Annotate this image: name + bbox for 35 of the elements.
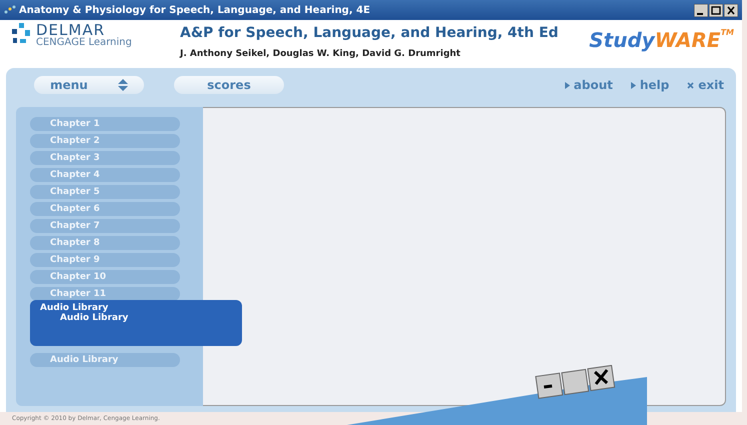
chapter-item[interactable]: Chapter 1 [30, 117, 180, 131]
chapter-item[interactable]: Chapter 8 [30, 236, 180, 250]
minimize-icon[interactable] [694, 4, 708, 16]
audio-library-item[interactable]: Audio Library [30, 353, 180, 367]
close-icon[interactable] [724, 4, 738, 16]
chapter-item[interactable]: Chapter 2 [30, 134, 180, 148]
brand-logo-study: Study [589, 28, 655, 52]
chapter-item[interactable]: Chapter 9 [30, 253, 180, 267]
app-icon [4, 5, 16, 15]
window-title: Anatomy & Physiology for Speech, Language, and Hearing, 4E [19, 4, 370, 16]
maximize-icon[interactable] [709, 4, 723, 16]
toolbar-link[interactable]: help [630, 78, 670, 92]
close-icon [687, 82, 694, 88]
chapter-item[interactable]: Chapter 11 [30, 287, 180, 301]
course-title: A&P for Speech, Language, and Hearing, 4th Ed [180, 25, 558, 41]
logo-name: DELMAR [36, 22, 106, 38]
popup-heading: Audio Library [40, 303, 110, 313]
chapter-item[interactable]: Chapter 7 [30, 219, 180, 233]
brand-logo-ware: WARE [654, 28, 721, 52]
chapter-item[interactable]: Chapter 6 [30, 202, 180, 216]
chapter-item[interactable]: Chapter 3 [30, 151, 180, 165]
toolbar-link[interactable]: about [564, 78, 613, 92]
chapter-item[interactable]: Chapter 10 [30, 270, 180, 284]
up-down-arrows-icon [118, 79, 128, 91]
trademark-mark: TM [720, 28, 734, 37]
triangle-icon [564, 82, 570, 88]
toolbar-link[interactable]: exit [687, 78, 724, 92]
chapter-item[interactable]: Chapter 5 [30, 185, 180, 199]
chapter-item[interactable]: Chapter 4 [30, 168, 180, 182]
triangle-icon [630, 82, 636, 88]
logo-subtitle: CENGAGE Learning [36, 38, 132, 48]
authors-text: J. Anthony Seikel, Douglas W. King, David G. Drumright [180, 49, 462, 59]
popup-item[interactable]: Audio Library [40, 313, 232, 323]
menu-button[interactable]: menu [34, 76, 144, 94]
toolbar-button[interactable]: scores [174, 76, 284, 94]
